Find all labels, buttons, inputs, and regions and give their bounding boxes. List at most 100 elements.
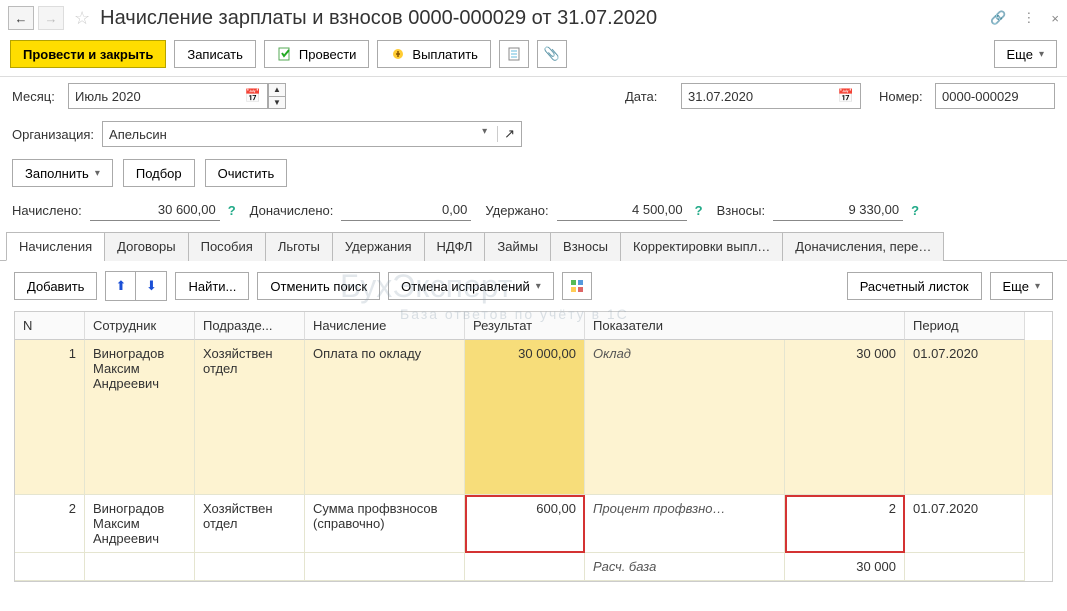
- grid-settings-button[interactable]: [562, 272, 592, 300]
- col-period[interactable]: Период: [905, 312, 1025, 340]
- month-label: Месяц:: [12, 89, 60, 104]
- tab-privileges[interactable]: Льготы: [265, 232, 333, 261]
- nav-back-button[interactable]: ←: [8, 6, 34, 30]
- tab-ndfl[interactable]: НДФЛ: [424, 232, 486, 261]
- number-label: Номер:: [879, 89, 927, 104]
- submit-button[interactable]: Провести: [264, 40, 370, 68]
- col-result[interactable]: Результат: [465, 312, 585, 340]
- month-spinner[interactable]: ▲ ▼: [268, 83, 286, 109]
- tab-contributions[interactable]: Взносы: [550, 232, 621, 261]
- cell-employee: Виноградов Максим Андреевич: [85, 495, 195, 553]
- submit-and-close-button[interactable]: Провести и закрыть: [10, 40, 166, 68]
- date-input[interactable]: 31.07.2020 📅: [681, 83, 861, 109]
- tabstrip: Начисления Договоры Пособия Льготы Удерж…: [0, 231, 1067, 261]
- cancel-search-button[interactable]: Отменить поиск: [257, 272, 380, 300]
- calendar-icon[interactable]: 📅: [245, 88, 261, 104]
- calendar-icon[interactable]: 📅: [838, 88, 854, 104]
- cell-accrual: Оплата по окладу: [305, 340, 465, 495]
- find-button[interactable]: Найти...: [175, 272, 249, 300]
- month-input[interactable]: Июль 2020 📅: [68, 83, 268, 109]
- tab-withholdings[interactable]: Удержания: [332, 232, 425, 261]
- cell-result: 600,00: [465, 495, 585, 553]
- open-ref-icon[interactable]: ↗: [497, 126, 515, 142]
- report-button[interactable]: [499, 40, 529, 68]
- cell-n: 2: [15, 495, 85, 553]
- tab-loans[interactable]: Займы: [484, 232, 551, 261]
- extra-accrued-label: Доначислено:: [250, 203, 334, 218]
- page-title: Начисление зарплаты и взносов 0000-00002…: [100, 7, 986, 30]
- chevron-down-icon: ▾: [536, 281, 541, 292]
- favorite-star-icon[interactable]: ☆: [74, 8, 90, 29]
- cell-dept: Хозяйствен отдел: [195, 495, 305, 553]
- help-icon[interactable]: ?: [911, 203, 919, 218]
- clear-button[interactable]: Очистить: [205, 159, 288, 187]
- pay-button[interactable]: Выплатить: [377, 40, 491, 68]
- col-dept[interactable]: Подразде...: [195, 312, 305, 340]
- close-icon[interactable]: ×: [1051, 11, 1059, 26]
- chevron-down-icon: ▾: [95, 168, 100, 179]
- cell-indicator-name: Оклад: [585, 340, 785, 495]
- cell-period: 01.07.2020: [905, 340, 1025, 495]
- fill-button[interactable]: Заполнить ▾: [12, 159, 113, 187]
- extra-accrued-value: 0,00: [341, 199, 471, 221]
- payslip-button[interactable]: Расчетный листок: [847, 272, 982, 300]
- number-input[interactable]: 0000-000029: [935, 83, 1055, 109]
- contrib-label: Взносы:: [717, 203, 766, 218]
- help-icon[interactable]: ?: [228, 203, 236, 218]
- col-employee[interactable]: Сотрудник: [85, 312, 195, 340]
- nav-forward-button[interactable]: →: [38, 6, 64, 30]
- help-icon[interactable]: ?: [695, 203, 703, 218]
- report-icon: [506, 46, 522, 62]
- add-row-button[interactable]: Добавить: [14, 272, 97, 300]
- cancel-corrections-button[interactable]: Отмена исправлений ▾: [388, 272, 554, 300]
- cell-dept: Хозяйствен отдел: [195, 340, 305, 495]
- accrued-value: 30 600,00: [90, 199, 220, 221]
- sub-more-button[interactable]: Еще ▾: [990, 272, 1053, 300]
- pick-button[interactable]: Подбор: [123, 159, 195, 187]
- kebab-menu-icon[interactable]: ⋮: [1022, 10, 1035, 26]
- cell-result: 30 000,00: [465, 340, 585, 495]
- accrued-label: Начислено:: [12, 203, 82, 218]
- cell-indicator-value: 30 000: [785, 340, 905, 495]
- move-down-button[interactable]: ⬇: [136, 272, 166, 300]
- table-row[interactable]: Расч. база 30 000: [15, 553, 1052, 581]
- attach-button[interactable]: 📎: [537, 40, 567, 68]
- contrib-value: 9 330,00: [773, 199, 903, 221]
- more-button[interactable]: Еще ▾: [994, 40, 1057, 68]
- cell-indicator-value: 2: [785, 495, 905, 553]
- accruals-grid: N Сотрудник Подразде... Начисление Резул…: [14, 311, 1053, 582]
- link-icon[interactable]: 🔗: [990, 10, 1006, 26]
- table-row[interactable]: 2 Виноградов Максим Андреевич Хозяйствен…: [15, 495, 1052, 553]
- tab-contracts[interactable]: Договоры: [104, 232, 188, 261]
- grid-header: N Сотрудник Подразде... Начисление Резул…: [15, 312, 1052, 340]
- tab-corrections[interactable]: Корректировки выпл…: [620, 232, 783, 261]
- cell-indicator-name: Процент профвзно…: [585, 495, 785, 553]
- col-indicators[interactable]: Показатели: [585, 312, 905, 340]
- tab-accruals[interactable]: Начисления: [6, 232, 105, 261]
- spin-up-icon[interactable]: ▲: [269, 84, 285, 97]
- spin-down-icon[interactable]: ▼: [269, 97, 285, 109]
- org-label: Организация:: [12, 127, 94, 142]
- move-up-button[interactable]: ⬆: [106, 272, 136, 300]
- chevron-down-icon: ▾: [1035, 281, 1040, 292]
- dropdown-icon[interactable]: ▾: [482, 126, 487, 142]
- chevron-down-icon: ▾: [1039, 49, 1044, 60]
- save-button[interactable]: Записать: [174, 40, 256, 68]
- withheld-value: 4 500,00: [557, 199, 687, 221]
- cell-n: 1: [15, 340, 85, 495]
- pay-icon: [390, 46, 406, 62]
- withheld-label: Удержано:: [485, 203, 548, 218]
- tab-benefits[interactable]: Пособия: [188, 232, 266, 261]
- org-input[interactable]: Апельсин ▾ ↗: [102, 121, 522, 147]
- cell-accrual: Сумма профвзносов (справочно): [305, 495, 465, 553]
- cell-indicator-name: Расч. база: [585, 553, 785, 581]
- cell-period: 01.07.2020: [905, 495, 1025, 553]
- col-accrual[interactable]: Начисление: [305, 312, 465, 340]
- col-n[interactable]: N: [15, 312, 85, 340]
- paperclip-icon: 📎: [544, 46, 560, 62]
- cell-indicator-value: 30 000: [785, 553, 905, 581]
- date-label: Дата:: [625, 89, 673, 104]
- table-row[interactable]: 1 Виноградов Максим Андреевич Хозяйствен…: [15, 340, 1052, 495]
- tab-extra-accruals[interactable]: Доначисления, пере…: [782, 232, 944, 261]
- grid-icon: [569, 278, 585, 294]
